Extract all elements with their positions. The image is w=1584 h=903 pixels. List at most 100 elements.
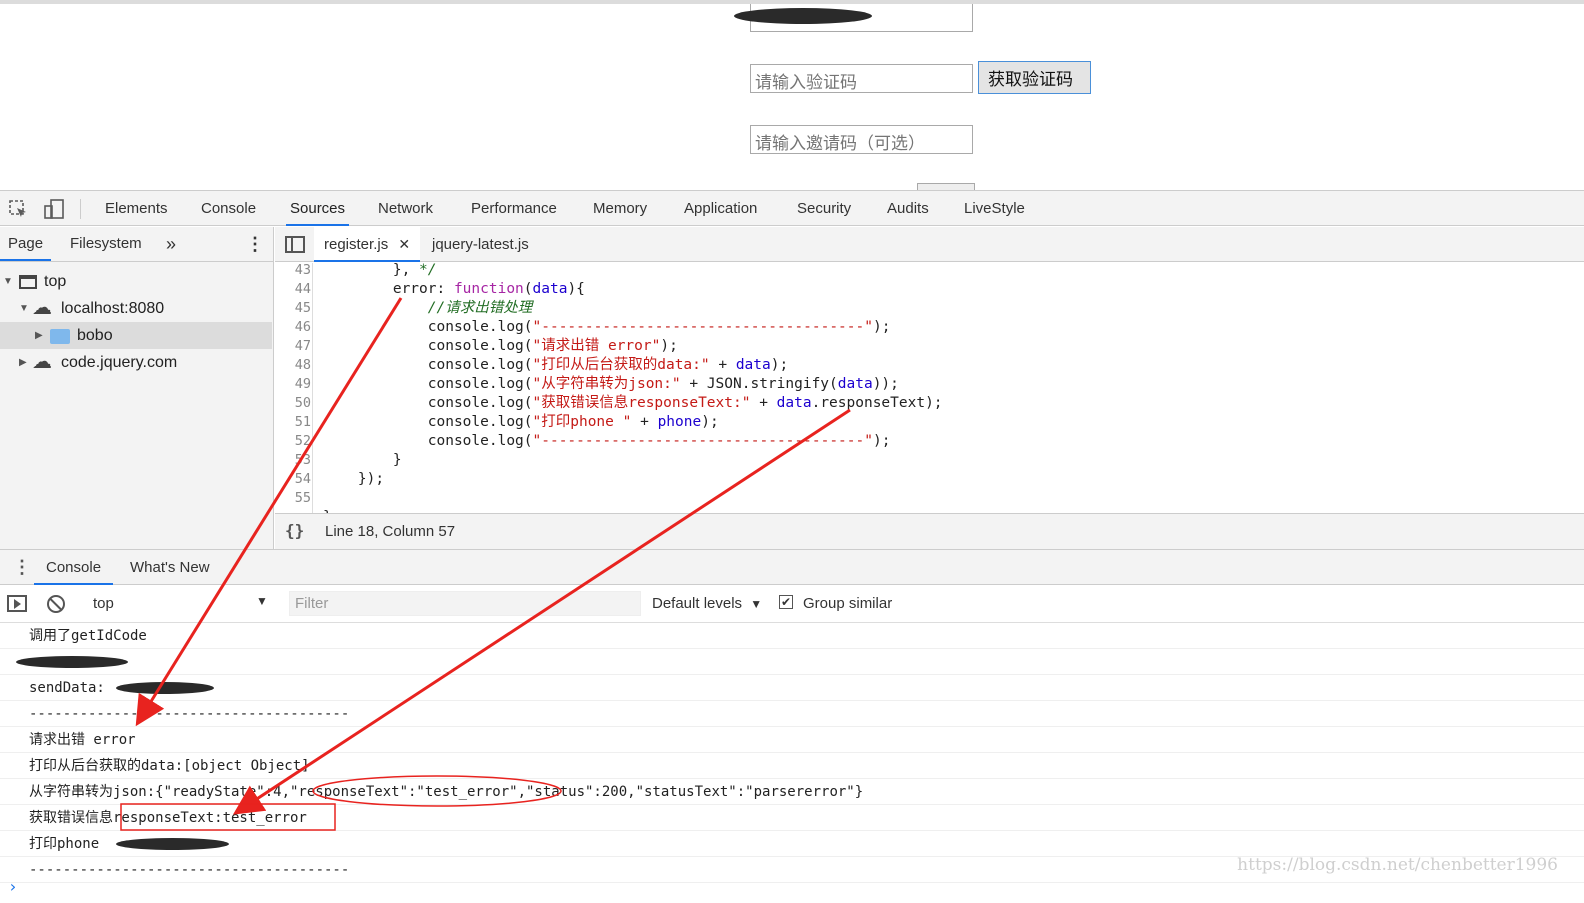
tab-sources[interactable]: Sources	[286, 191, 350, 226]
screenshot: 请输入验证码 获取验证码 请输入邀请码（可选） Elements Console…	[0, 0, 1584, 903]
folder-icon	[50, 329, 70, 344]
navigator-tabs: Page Filesystem » ⋮	[0, 227, 273, 262]
console-message[interactable]: sendData:	[0, 675, 1584, 701]
tree-item-bobo[interactable]: ▶ bobo	[0, 322, 272, 349]
tree-item-label: code.jquery.com	[61, 354, 178, 371]
window-icon	[19, 275, 37, 289]
submit-button[interactable]	[917, 183, 975, 190]
line-number[interactable]: 50	[275, 394, 311, 413]
chevron-double-right-icon[interactable]: »	[166, 227, 176, 261]
redaction-scribble	[116, 838, 229, 850]
filter-input[interactable]: Filter	[289, 591, 641, 616]
code-editor: register.js ✕ jquery-latest.js 43 44 45 …	[275, 227, 1584, 549]
get-captcha-button[interactable]: 获取验证码	[978, 61, 1091, 94]
sources-navigator: Page Filesystem » ⋮ ▼ top ▼ ☁ localhost:…	[0, 227, 274, 549]
tree-item-label: bobo	[77, 327, 113, 344]
line-number[interactable]: 53	[275, 451, 311, 470]
close-icon[interactable]: ✕	[398, 236, 410, 252]
line-number[interactable]: 49	[275, 375, 311, 394]
redaction-scribble	[16, 656, 128, 668]
code-line[interactable]: error: function(data){	[323, 280, 585, 299]
clear-console-icon[interactable]	[47, 595, 65, 613]
line-number[interactable]: 44	[275, 280, 311, 299]
code-line[interactable]: console.log("---------------------------…	[323, 318, 891, 337]
drawer-tab-whats-new[interactable]: What's New	[130, 550, 210, 585]
code-line[interactable]: console.log("从字符串转为json:" + JSON.stringi…	[323, 375, 899, 394]
expanded-triangle-icon[interactable]: ▼	[19, 295, 29, 322]
code-line[interactable]: console.log("---------------------------…	[323, 432, 891, 451]
tab-security[interactable]: Security	[795, 191, 853, 226]
tab-filesystem[interactable]: Filesystem	[70, 227, 142, 261]
console-message[interactable]	[0, 649, 1584, 675]
tree-item-label: localhost:8080	[61, 300, 165, 317]
console-output: 调用了getIdCode sendData: -----------------…	[0, 623, 1584, 903]
tab-memory[interactable]: Memory	[591, 191, 649, 226]
tab-livestyle[interactable]: LiveStyle	[962, 191, 1027, 226]
file-tab-register[interactable]: register.js ✕	[314, 227, 421, 262]
cloud-icon: ☁	[32, 351, 52, 373]
code-line[interactable]: console.log("请求出错 error");	[323, 337, 678, 356]
code-line[interactable]: console.log("获取错误信息responseText:" + data…	[323, 394, 943, 413]
line-number[interactable]: 52	[275, 432, 311, 451]
cloud-icon: ☁	[32, 297, 52, 319]
tab-network[interactable]: Network	[376, 191, 435, 226]
tab-elements[interactable]: Elements	[103, 191, 170, 226]
devtools-tabbar: Elements Console Sources Network Perform…	[0, 190, 1584, 226]
console-message[interactable]: 从字符串转为json:{"readyState":4,"responseText…	[0, 779, 1584, 805]
more-options-icon[interactable]: ⋮	[246, 227, 264, 261]
console-message[interactable]: 调用了getIdCode	[0, 623, 1584, 649]
console-prompt-icon[interactable]: ›	[8, 877, 18, 896]
log-levels-dropdown[interactable]: Default levels ▼	[652, 595, 762, 612]
expanded-triangle-icon[interactable]: ▼	[3, 268, 13, 295]
tree-item-jquery[interactable]: ▶ ☁ code.jquery.com	[0, 349, 272, 376]
line-number[interactable]: 43	[275, 263, 311, 280]
tabbar-separator	[80, 199, 81, 219]
drawer-tabbar: ⋮ Console What's New	[0, 549, 1584, 585]
line-number[interactable]: 55	[275, 489, 311, 508]
tree-item-top[interactable]: ▼ top	[0, 268, 272, 295]
line-number[interactable]: 48	[275, 356, 311, 375]
log-levels-label: Default levels	[652, 595, 743, 612]
console-message[interactable]: 请求出错 error	[0, 727, 1584, 753]
toggle-navigator-icon[interactable]	[285, 236, 305, 253]
console-message[interactable]: 打印从后台获取的data:[object Object]	[0, 753, 1584, 779]
inspect-element-icon[interactable]	[8, 199, 28, 219]
device-toolbar-icon[interactable]	[43, 199, 64, 219]
collapsed-triangle-icon[interactable]: ▶	[19, 349, 27, 376]
console-message[interactable]: --------------------------------------	[0, 701, 1584, 727]
tab-application[interactable]: Application	[682, 191, 759, 226]
drawer-tab-console[interactable]: Console	[34, 550, 114, 585]
line-number[interactable]: 54	[275, 470, 311, 489]
chevron-down-icon[interactable]: ▼	[256, 594, 268, 608]
pretty-print-icon[interactable]: {}	[285, 521, 304, 540]
code-line[interactable]: });	[323, 470, 384, 489]
group-similar-checkbox[interactable]: ✔	[779, 595, 793, 609]
editor-status-bar: {} Line 18, Column 57	[275, 513, 1584, 549]
line-number[interactable]: 45	[275, 299, 311, 318]
code-line[interactable]: console.log("打印phone " + phone);	[323, 413, 719, 432]
code-line[interactable]: console.log("打印从后台获取的data:" + data);	[323, 356, 788, 375]
line-number[interactable]: 51	[275, 413, 311, 432]
code-line[interactable]: }, */	[323, 263, 437, 280]
console-message[interactable]: 获取错误信息responseText:test_error	[0, 805, 1584, 831]
sidebar-toggle-icon[interactable]	[7, 595, 27, 612]
line-gutter: 43 44 45 46 47 48 49 50 51 52 53 54 55	[275, 263, 313, 513]
tab-page[interactable]: Page	[0, 227, 52, 261]
context-selector[interactable]: top	[93, 595, 114, 612]
line-number[interactable]: 46	[275, 318, 311, 337]
file-tab-jquery[interactable]: jquery-latest.js	[432, 227, 529, 262]
code-area[interactable]: 43 44 45 46 47 48 49 50 51 52 53 54 55 }…	[275, 263, 1584, 513]
tab-audits[interactable]: Audits	[885, 191, 931, 226]
tab-performance[interactable]: Performance	[469, 191, 559, 226]
chevron-down-icon: ▼	[750, 597, 763, 611]
code-line[interactable]: }	[323, 451, 402, 470]
drawer-menu-icon[interactable]: ⋮	[13, 557, 31, 578]
tab-console[interactable]: Console	[199, 191, 258, 226]
console-message[interactable]: 打印phone	[0, 831, 1584, 857]
invite-code-input[interactable]: 请输入邀请码（可选）	[750, 125, 973, 154]
line-number[interactable]: 47	[275, 337, 311, 356]
collapsed-triangle-icon[interactable]: ▶	[35, 322, 43, 349]
code-line[interactable]: //请求出错处理	[323, 299, 532, 318]
captcha-input[interactable]: 请输入验证码	[750, 64, 973, 93]
tree-item-localhost[interactable]: ▼ ☁ localhost:8080	[0, 295, 272, 322]
